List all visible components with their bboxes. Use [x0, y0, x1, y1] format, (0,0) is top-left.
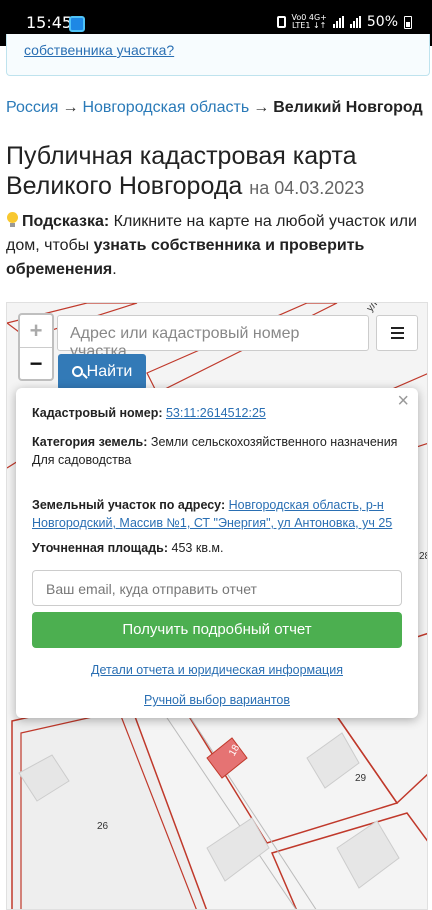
manual-selection-link[interactable]: Ручной выбор вариантов — [144, 693, 290, 707]
page-title: Публичная кадастровая карта Великого Нов… — [6, 141, 416, 203]
search-input[interactable]: Адрес или кадастровый номер участка — [57, 315, 369, 360]
battery-icon — [404, 15, 412, 29]
category-label: Категория земель: — [32, 435, 148, 449]
manual-link-row: Ручной выбор вариантов — [16, 691, 418, 709]
cadastral-row: Кадастровый номер: 53:11:2614512:25 — [32, 404, 404, 422]
email-field[interactable]: Ваш email, куда отправить отчет — [32, 570, 402, 606]
owner-link[interactable]: собственника участка? — [24, 42, 174, 58]
owner-info-box: собственника участка? — [6, 34, 430, 76]
zoom-out-button[interactable]: − — [20, 347, 52, 379]
lightbulb-icon — [6, 212, 19, 228]
breadcrumb-separator: → — [253, 99, 270, 116]
battery-percent: 50% — [366, 14, 398, 30]
status-time: 15:45 — [26, 13, 73, 32]
get-report-button[interactable]: Получить подробный отчет — [32, 612, 402, 648]
app-notification-icon — [69, 16, 85, 32]
status-right: Vo0 4G+ LTE1 ↓↑ 50% — [276, 13, 412, 30]
breadcrumb-russia[interactable]: Россия — [6, 99, 58, 116]
page-date: на 04.03.2023 — [249, 178, 365, 198]
parcel-number-29: 29 — [355, 773, 367, 784]
zoom-control: + − — [18, 313, 54, 381]
hint-end: . — [112, 261, 117, 278]
cadastral-number-link[interactable]: 53:11:2614512:25 — [166, 406, 266, 420]
area-label: Уточненная площадь: — [32, 541, 169, 555]
alarm-icon — [276, 16, 286, 28]
address-label: Земельный участок по адресу: — [32, 498, 226, 512]
breadcrumb-current: Великий Новгород — [273, 99, 423, 116]
cadastral-label: Кадастровый номер: — [32, 406, 163, 420]
breadcrumb: Россия → Новгородская область → Великий Новг… — [6, 99, 423, 117]
category-use: Для садоводства — [32, 453, 132, 467]
parcel-number-26: 26 — [97, 821, 109, 832]
find-label: Найти — [86, 363, 133, 380]
search-icon — [71, 366, 83, 377]
breadcrumb-region[interactable]: Новгородская область — [82, 99, 249, 116]
hamburger-icon — [390, 332, 404, 334]
category-value: Земли сельскохозяйственного назначения — [150, 435, 398, 449]
network-indicator: Vo0 4G+ LTE1 ↓↑ — [291, 13, 327, 30]
signal-icon — [332, 16, 344, 28]
find-button[interactable]: Найти — [58, 354, 146, 390]
breadcrumb-separator: → — [62, 99, 79, 116]
details-link-row: Детали отчета и юридическая информация — [16, 661, 418, 679]
zoom-in-button[interactable]: + — [20, 315, 52, 347]
cadastral-map[interactable]: ул 26 29 28 18 + − Адрес или кадастровый… — [6, 302, 428, 910]
report-details-link[interactable]: Детали отчета и юридическая информация — [91, 663, 343, 677]
signal-2-icon — [349, 16, 361, 28]
parcel-popup: × Кадастровый номер: 53:11:2614512:25 Ка… — [16, 388, 418, 718]
category-row: Категория земель: Земли сельскохозяйстве… — [32, 433, 404, 469]
hamburger-icon — [390, 337, 404, 339]
area-value: 453 кв.м. — [171, 541, 224, 555]
address-row: Земельный участок по адресу: Новгородска… — [32, 496, 404, 532]
hamburger-icon — [390, 327, 404, 329]
hint: Подсказка: Кликните на карте на любой уч… — [6, 210, 426, 282]
area-row: Уточненная площадь: 453 кв.м. — [32, 539, 404, 557]
parcel-number-28: 28 — [419, 551, 427, 562]
menu-button[interactable] — [376, 315, 418, 351]
hint-label: Подсказка: — [22, 213, 110, 230]
